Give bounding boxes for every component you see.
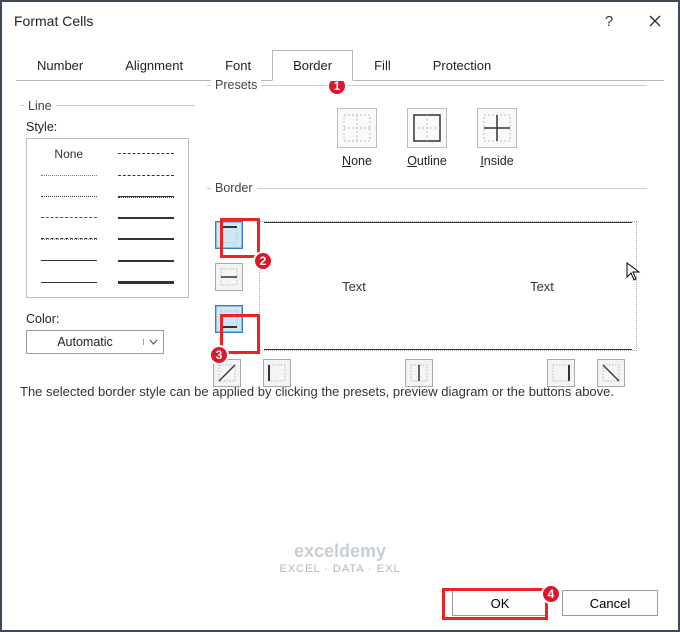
line-style-list[interactable]: None (26, 138, 189, 298)
style-opt[interactable] (33, 186, 105, 207)
tab-border[interactable]: Border (272, 50, 353, 81)
ok-button[interactable]: OK (452, 590, 548, 616)
style-opt[interactable] (111, 272, 183, 293)
color-label: Color: (26, 312, 189, 326)
color-dropdown[interactable]: Automatic (26, 330, 164, 354)
border-top-button[interactable] (215, 221, 243, 249)
color-value: Automatic (27, 335, 143, 349)
style-opt[interactable] (111, 250, 183, 271)
style-opt[interactable] (111, 186, 183, 207)
border-section: Border Text Text (207, 188, 647, 393)
line-section: Style: None Color: Automatic (20, 105, 195, 360)
preview-text: Text (342, 279, 366, 294)
style-opt[interactable] (33, 229, 105, 250)
style-opt[interactable] (33, 164, 105, 185)
tab-protection[interactable]: Protection (412, 50, 513, 81)
tab-font[interactable]: Font (204, 50, 272, 81)
window-title: Format Cells (14, 13, 93, 29)
cancel-button[interactable]: Cancel (562, 590, 658, 616)
line-section-label: Line (24, 99, 56, 113)
style-opt[interactable] (111, 164, 183, 185)
border-preview[interactable]: Text Text (259, 221, 637, 351)
preset-inside-icon (477, 108, 517, 148)
presets-section: Presets None Outline (207, 85, 647, 174)
style-opt[interactable] (111, 229, 183, 250)
preset-inside-label: Inside (480, 154, 513, 168)
style-opt[interactable] (111, 207, 183, 228)
border-right-button[interactable] (547, 359, 575, 387)
tab-alignment[interactable]: Alignment (104, 50, 204, 81)
help-button[interactable]: ? (586, 2, 632, 40)
style-label: Style: (26, 120, 189, 134)
style-opt[interactable] (33, 250, 105, 271)
preset-outline-icon (407, 108, 447, 148)
style-opt[interactable] (33, 207, 105, 228)
preset-none-label: None (342, 154, 372, 168)
border-diag-up-button[interactable] (213, 359, 241, 387)
titlebar: Format Cells ? (2, 2, 678, 40)
preset-outline[interactable]: Outline (407, 108, 447, 168)
preset-outline-label: Outline (407, 154, 447, 168)
close-button[interactable] (632, 2, 678, 40)
border-left-button[interactable] (263, 359, 291, 387)
preset-inside[interactable]: Inside (477, 108, 517, 168)
preset-none-icon (337, 108, 377, 148)
watermark: exceldemy EXCEL · DATA · EXL (279, 541, 400, 576)
border-horizontal-button[interactable] (215, 263, 243, 291)
chevron-down-icon (143, 339, 163, 345)
close-icon (649, 15, 661, 27)
style-opt[interactable] (111, 143, 183, 164)
dialog-buttons: OK Cancel (452, 590, 658, 616)
presets-label: Presets (211, 78, 261, 92)
border-bottom-button[interactable] (215, 305, 243, 333)
tab-number[interactable]: Number (16, 50, 104, 81)
border-diag-down-button[interactable] (597, 359, 625, 387)
tab-fill[interactable]: Fill (353, 50, 412, 81)
preset-none[interactable]: None (337, 108, 377, 168)
style-none[interactable]: None (33, 143, 105, 164)
style-opt[interactable] (33, 272, 105, 293)
preview-text: Text (530, 279, 554, 294)
tab-strip: Number Alignment Font Border Fill Protec… (2, 40, 678, 81)
border-vertical-button[interactable] (405, 359, 433, 387)
border-label: Border (211, 181, 257, 195)
